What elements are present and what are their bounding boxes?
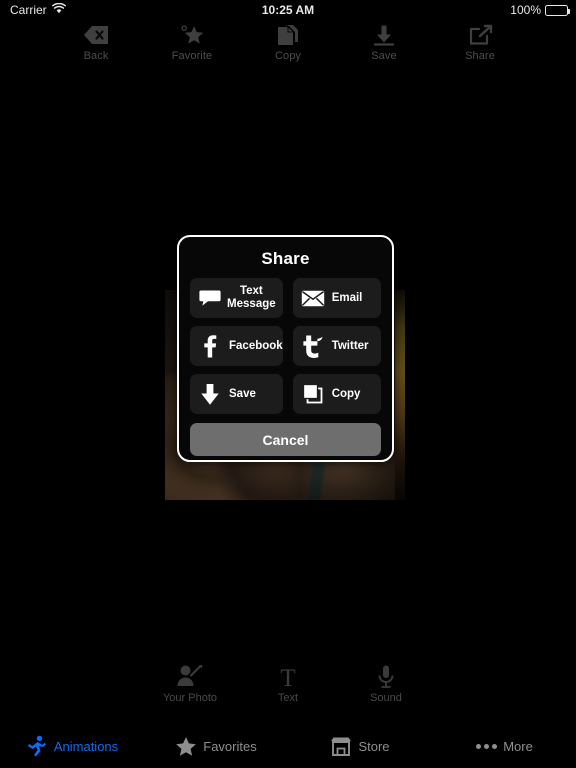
- toolbar-item-favorite[interactable]: Favorite: [144, 22, 240, 62]
- storefront-icon: [330, 735, 352, 757]
- envelope-icon: [301, 286, 325, 310]
- top-toolbar: Back Favorite Copy Save Share: [0, 22, 576, 68]
- status-bar-time: 10:25 AM: [261, 3, 315, 17]
- label-line-1: Text: [239, 285, 263, 298]
- share-option-copy[interactable]: Copy: [292, 374, 381, 414]
- tab-more[interactable]: More: [432, 735, 576, 757]
- toolbar-label-favorite: Favorite: [171, 50, 213, 62]
- toolbar-label-share: Share: [465, 50, 495, 62]
- share-export-icon: [468, 22, 493, 48]
- app-screen: Carrier 10:25 AM 100% Back Favorite Copy…: [0, 0, 576, 768]
- share-option-label-email: Email: [331, 291, 363, 304]
- share-option-label-save: Save: [229, 387, 256, 400]
- edit-item-text[interactable]: T Text: [239, 663, 337, 704]
- edit-item-sound[interactable]: Sound: [337, 663, 435, 704]
- battery-percent-label: 100%: [510, 3, 541, 17]
- share-option-email[interactable]: Email: [292, 278, 381, 318]
- star-plus-icon: [179, 22, 205, 48]
- toolbar-item-back[interactable]: Back: [48, 22, 144, 62]
- tab-favorites[interactable]: Favorites: [144, 735, 288, 757]
- edit-item-your-photo[interactable]: Your Photo: [141, 663, 239, 704]
- tab-label-favorites: Favorites: [203, 738, 257, 754]
- label-line-2: Message: [227, 298, 276, 310]
- toolbar-label-copy: Copy: [274, 50, 302, 62]
- share-dialog: Share Text Message Email Facebook Twitte…: [177, 235, 394, 462]
- share-option-save[interactable]: Save: [190, 374, 283, 414]
- toolbar-item-share[interactable]: Share: [432, 22, 528, 62]
- status-bar-right: 100%: [510, 3, 570, 17]
- share-option-label-twitter: Twitter: [331, 339, 369, 352]
- tab-label-store: Store: [358, 738, 390, 754]
- tab-store[interactable]: Store: [288, 735, 432, 757]
- download-arrow-icon: [372, 22, 396, 48]
- letter-t-icon: T: [277, 663, 299, 691]
- tab-bar: Animations Favorites Store More: [0, 724, 576, 768]
- status-bar: Carrier 10:25 AM 100%: [0, 0, 576, 20]
- cancel-button[interactable]: Cancel: [190, 423, 381, 456]
- copy-pages-icon: [276, 22, 300, 48]
- tab-animations[interactable]: Animations: [0, 735, 144, 757]
- battery-full-icon: [545, 4, 570, 16]
- tab-label-more: More: [503, 738, 533, 754]
- share-option-facebook[interactable]: Facebook: [190, 326, 283, 366]
- toolbar-label-back: Back: [83, 50, 109, 62]
- toolbar-item-save[interactable]: Save: [336, 22, 432, 62]
- share-option-text-message[interactable]: Text Message: [190, 278, 283, 318]
- edit-label-text: Text: [277, 692, 299, 704]
- edit-toolbar: Your Photo T Text Sound: [0, 663, 576, 711]
- svg-text:T: T: [280, 665, 295, 689]
- running-person-icon: [26, 735, 48, 757]
- tab-label-animations: Animations: [53, 738, 119, 754]
- edit-label-sound: Sound: [370, 692, 402, 704]
- share-option-twitter[interactable]: Twitter: [292, 326, 381, 366]
- share-option-label-text-message: Text Message: [224, 285, 279, 311]
- share-option-label-facebook: Facebook: [229, 339, 283, 352]
- ellipsis-icon: [475, 735, 497, 757]
- back-x-icon: [83, 22, 109, 48]
- microphone-icon: [377, 663, 395, 691]
- share-options-grid: Text Message Email Facebook Twitter Save…: [190, 278, 381, 414]
- twitter-bird-icon: [301, 334, 325, 358]
- down-arrow-icon: [198, 382, 222, 406]
- speech-bubble-icon: [198, 286, 222, 310]
- person-pencil-icon: [176, 663, 204, 691]
- toolbar-label-save: Save: [371, 50, 397, 62]
- toolbar-item-copy[interactable]: Copy: [240, 22, 336, 62]
- star-icon: [175, 735, 197, 757]
- dialog-title: Share: [261, 249, 310, 268]
- share-option-label-copy: Copy: [331, 387, 361, 400]
- copy-squares-icon: [301, 382, 325, 406]
- facebook-icon: [198, 334, 222, 358]
- edit-label-your-photo: Your Photo: [162, 692, 218, 704]
